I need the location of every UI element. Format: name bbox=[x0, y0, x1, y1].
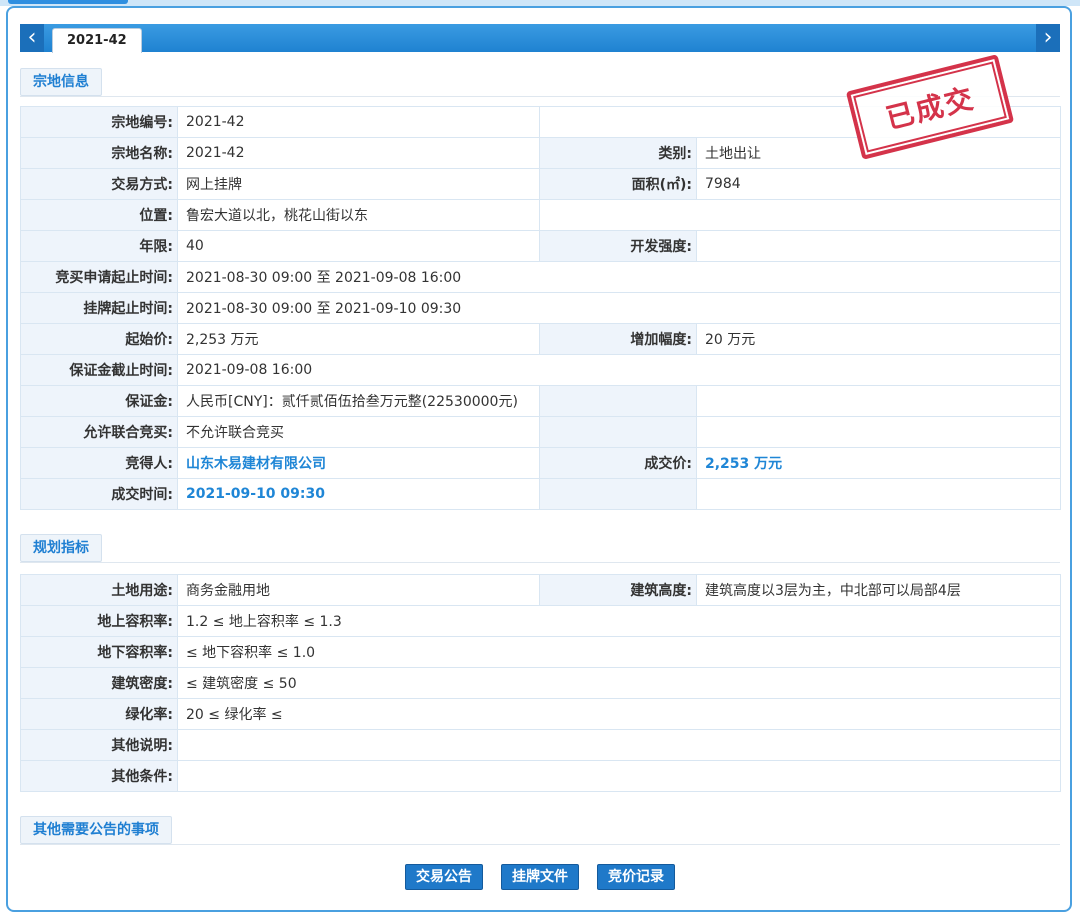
far-above-value: 1.2 ≤ 地上容积率 ≤ 1.3 bbox=[177, 605, 1061, 637]
land-info-table: 宗地编号: 2021-42 宗地名称: 2021-42 类别: 土地出让 交易方… bbox=[20, 106, 1061, 510]
far-above-label: 地上容积率: bbox=[20, 605, 178, 637]
bid-records-button[interactable]: 竞价记录 bbox=[597, 864, 675, 890]
table-row: 竞得人: 山东木易建材有限公司 成交价: 2,253 万元 bbox=[20, 447, 1061, 479]
deal-price-value: 2,253 万元 bbox=[696, 447, 1061, 479]
use-value: 商务金融用地 bbox=[177, 574, 540, 606]
code-value: 2021-42 bbox=[177, 106, 540, 138]
density-label: 建筑密度: bbox=[20, 667, 178, 699]
table-row: 绿化率: 20 ≤ 绿化率 ≤ bbox=[20, 698, 1061, 730]
increment-label: 增加幅度: bbox=[539, 323, 697, 355]
apply-time-label: 竞买申请起止时间: bbox=[20, 261, 178, 293]
planning-table: 土地用途: 商务金融用地 建筑高度: 建筑高度以3层为主，中北部可以局部4层 地… bbox=[20, 574, 1061, 792]
area-value: 7984 bbox=[696, 168, 1061, 200]
joint-value: 不允许联合竞买 bbox=[177, 416, 540, 448]
table-row: 土地用途: 商务金融用地 建筑高度: 建筑高度以3层为主，中北部可以局部4层 bbox=[20, 574, 1061, 606]
other-cond-value bbox=[177, 760, 1061, 792]
bottom-button-bar: 交易公告 挂牌文件 竞价记录 bbox=[0, 864, 1080, 890]
deal-price-label: 成交价: bbox=[539, 447, 697, 479]
table-row: 保证金: 人民币[CNY]：贰仟贰佰伍拾叁万元整(22530000元) bbox=[20, 385, 1061, 417]
empty-cell bbox=[539, 199, 1061, 231]
area-label: 面积(㎡): bbox=[539, 168, 697, 200]
intensity-label: 开发强度: bbox=[539, 230, 697, 262]
table-row: 起始价: 2,253 万元 增加幅度: 20 万元 bbox=[20, 323, 1061, 355]
name-value: 2021-42 bbox=[177, 137, 540, 169]
height-label: 建筑高度: bbox=[539, 574, 697, 606]
start-price-label: 起始价: bbox=[20, 323, 178, 355]
table-row: 挂牌起止时间: 2021-08-30 09:00 至 2021-09-10 09… bbox=[20, 292, 1061, 324]
empty-label-cell bbox=[539, 416, 697, 448]
joint-label: 允许联合竞买: bbox=[20, 416, 178, 448]
deposit-label: 保证金: bbox=[20, 385, 178, 417]
table-row: 成交时间: 2021-09-10 09:30 bbox=[20, 478, 1061, 510]
table-row: 其他条件: bbox=[20, 760, 1061, 792]
table-row: 地上容积率: 1.2 ≤ 地上容积率 ≤ 1.3 bbox=[20, 605, 1061, 637]
tab-2021-42[interactable]: 2021-42 bbox=[52, 28, 142, 53]
listing-time-value: 2021-08-30 09:00 至 2021-09-10 09:30 bbox=[177, 292, 1061, 324]
green-value: 20 ≤ 绿化率 ≤ bbox=[177, 698, 1061, 730]
density-value: ≤ 建筑密度 ≤ 50 bbox=[177, 667, 1061, 699]
other-matters-section-button[interactable]: 其他需要公告的事项 bbox=[20, 816, 172, 844]
winner-value: 山东木易建材有限公司 bbox=[177, 447, 540, 479]
chevron-left-icon[interactable]: ‹ bbox=[20, 24, 44, 52]
use-label: 土地用途: bbox=[20, 574, 178, 606]
deposit-deadline-label: 保证金截止时间: bbox=[20, 354, 178, 386]
far-below-value: ≤ 地下容积率 ≤ 1.0 bbox=[177, 636, 1061, 668]
deposit-deadline-value: 2021-09-08 16:00 bbox=[177, 354, 1061, 386]
empty-cell bbox=[696, 478, 1061, 510]
height-value: 建筑高度以3层为主，中北部可以局部4层 bbox=[696, 574, 1061, 606]
name-label: 宗地名称: bbox=[20, 137, 178, 169]
top-strip-blob bbox=[8, 0, 128, 4]
method-value: 网上挂牌 bbox=[177, 168, 540, 200]
other-note-label: 其他说明: bbox=[20, 729, 178, 761]
winner-label: 竞得人: bbox=[20, 447, 178, 479]
term-label: 年限: bbox=[20, 230, 178, 262]
table-row: 其他说明: bbox=[20, 729, 1061, 761]
deposit-value: 人民币[CNY]：贰仟贰佰伍拾叁万元整(22530000元) bbox=[177, 385, 540, 417]
empty-label-cell bbox=[539, 385, 697, 417]
increment-value: 20 万元 bbox=[696, 323, 1061, 355]
section-planning: 规划指标 bbox=[20, 532, 1060, 563]
table-row: 位置: 鲁宏大道以北，桃花山街以东 bbox=[20, 199, 1061, 231]
section-other-matters: 其他需要公告的事项 bbox=[20, 814, 1060, 845]
announcement-button[interactable]: 交易公告 bbox=[405, 864, 483, 890]
deal-time-value: 2021-09-10 09:30 bbox=[177, 478, 540, 510]
empty-cell bbox=[696, 385, 1061, 417]
other-cond-label: 其他条件: bbox=[20, 760, 178, 792]
deal-time-label: 成交时间: bbox=[20, 478, 178, 510]
listing-time-label: 挂牌起止时间: bbox=[20, 292, 178, 324]
intensity-value bbox=[696, 230, 1061, 262]
table-row: 竞买申请起止时间: 2021-08-30 09:00 至 2021-09-08 … bbox=[20, 261, 1061, 293]
empty-cell bbox=[696, 416, 1061, 448]
listing-docs-button[interactable]: 挂牌文件 bbox=[501, 864, 579, 890]
term-value: 40 bbox=[177, 230, 540, 262]
green-label: 绿化率: bbox=[20, 698, 178, 730]
chevron-right-icon[interactable]: › bbox=[1036, 24, 1060, 52]
table-row: 保证金截止时间: 2021-09-08 16:00 bbox=[20, 354, 1061, 386]
table-row: 年限: 40 开发强度: bbox=[20, 230, 1061, 262]
start-price-value: 2,253 万元 bbox=[177, 323, 540, 355]
code-label: 宗地编号: bbox=[20, 106, 178, 138]
empty-label-cell bbox=[539, 478, 697, 510]
tab-bar: ‹ 2021-42 › bbox=[20, 24, 1060, 53]
table-row: 允许联合竞买: 不允许联合竞买 bbox=[20, 416, 1061, 448]
table-row: 地下容积率: ≤ 地下容积率 ≤ 1.0 bbox=[20, 636, 1061, 668]
planning-section-button[interactable]: 规划指标 bbox=[20, 534, 102, 562]
method-label: 交易方式: bbox=[20, 168, 178, 200]
location-label: 位置: bbox=[20, 199, 178, 231]
apply-time-value: 2021-08-30 09:00 至 2021-09-08 16:00 bbox=[177, 261, 1061, 293]
location-value: 鲁宏大道以北，桃花山街以东 bbox=[177, 199, 540, 231]
land-info-section-button[interactable]: 宗地信息 bbox=[20, 68, 102, 96]
category-label: 类别: bbox=[539, 137, 697, 169]
table-row: 交易方式: 网上挂牌 面积(㎡): 7984 bbox=[20, 168, 1061, 200]
far-below-label: 地下容积率: bbox=[20, 636, 178, 668]
other-note-value bbox=[177, 729, 1061, 761]
table-row: 建筑密度: ≤ 建筑密度 ≤ 50 bbox=[20, 667, 1061, 699]
